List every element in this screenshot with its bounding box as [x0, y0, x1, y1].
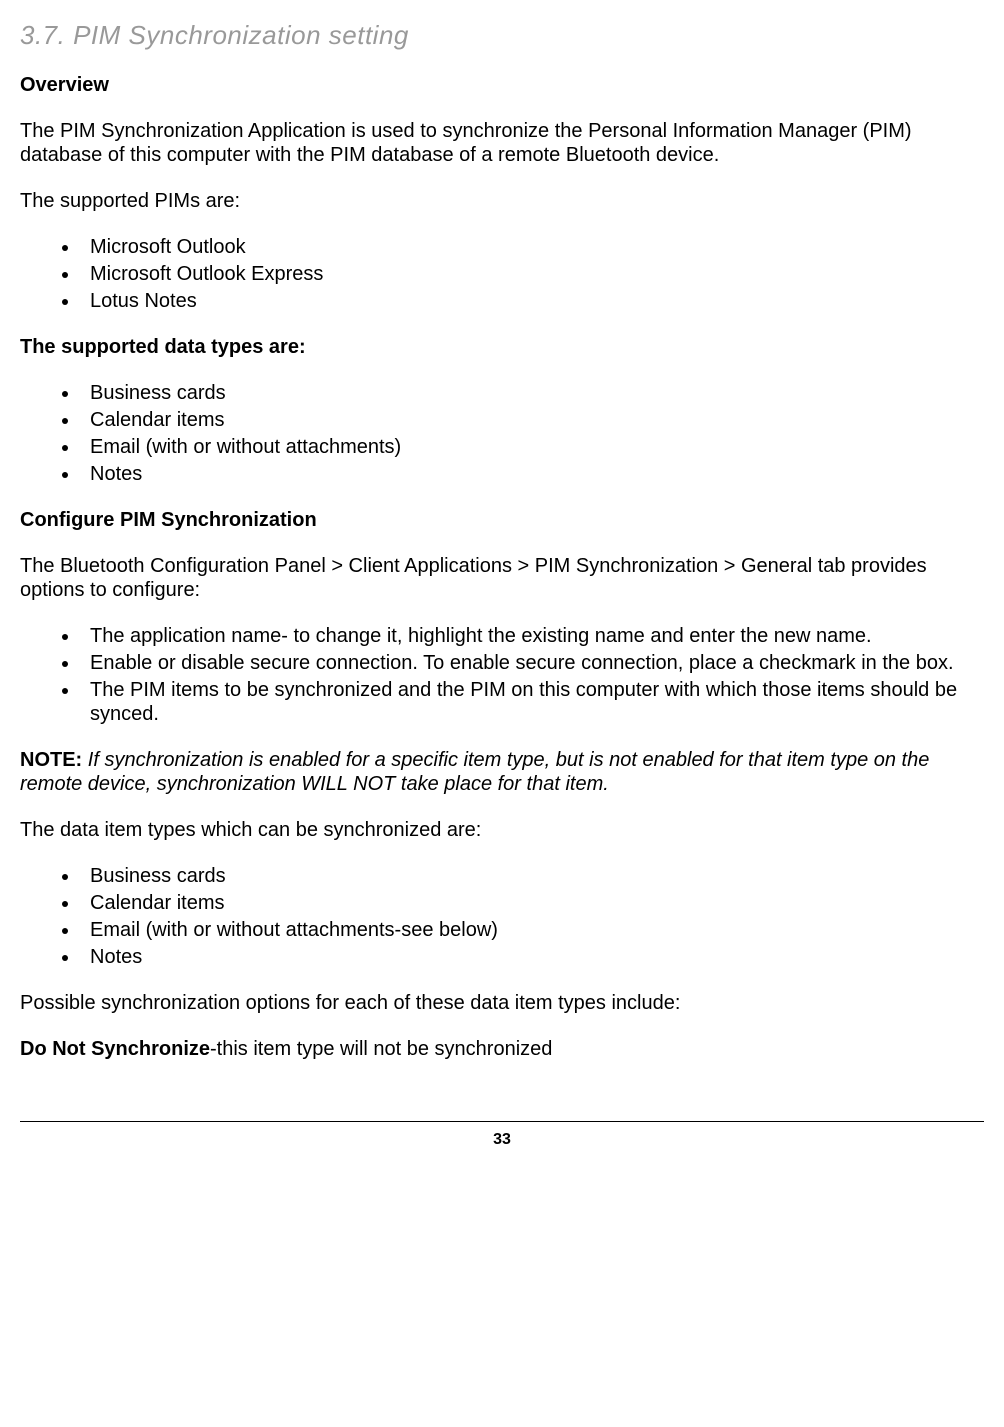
configure-options-list: The application name- to change it, high… [20, 624, 984, 726]
sync-options-intro: Possible synchronization options for eac… [20, 991, 984, 1015]
note-text: If synchronization is enabled for a spec… [20, 749, 929, 795]
list-item: Microsoft Outlook [80, 235, 984, 259]
supported-data-types-list: Business cards Calendar items Email (wit… [20, 381, 984, 486]
list-item: Calendar items [80, 408, 984, 432]
list-item: Business cards [80, 864, 984, 888]
do-not-sync-text: -this item type will not be synchronized [210, 1038, 552, 1060]
configure-text: The Bluetooth Configuration Panel > Clie… [20, 554, 984, 602]
note-paragraph: NOTE: If synchronization is enabled for … [20, 748, 984, 796]
list-item: Notes [80, 462, 984, 486]
sync-types-intro: The data item types which can be synchro… [20, 818, 984, 842]
list-item: Email (with or without attachments-see b… [80, 918, 984, 942]
note-label: NOTE: [20, 749, 82, 771]
do-not-sync-label: Do Not Synchronize [20, 1038, 210, 1060]
overview-label: Overview [20, 73, 984, 97]
do-not-sync-paragraph: Do Not Synchronize-this item type will n… [20, 1037, 984, 1061]
list-item: Enable or disable secure connection. To … [80, 651, 984, 675]
list-item: Calendar items [80, 891, 984, 915]
footer-rule [20, 1121, 984, 1122]
section-heading: 3.7. PIM Synchronization setting [20, 20, 984, 51]
list-item: Notes [80, 945, 984, 969]
list-item: The application name- to change it, high… [80, 624, 984, 648]
page-number: 33 [20, 1130, 984, 1149]
supported-pims-list: Microsoft Outlook Microsoft Outlook Expr… [20, 235, 984, 313]
supported-pims-intro: The supported PIMs are: [20, 189, 984, 213]
list-item: Microsoft Outlook Express [80, 262, 984, 286]
list-item: Email (with or without attachments) [80, 435, 984, 459]
list-item: Business cards [80, 381, 984, 405]
list-item: The PIM items to be synchronized and the… [80, 678, 984, 726]
list-item: Lotus Notes [80, 289, 984, 313]
sync-types-list: Business cards Calendar items Email (wit… [20, 864, 984, 969]
supported-data-types-label: The supported data types are: [20, 335, 984, 359]
overview-text: The PIM Synchronization Application is u… [20, 119, 984, 167]
configure-label: Configure PIM Synchronization [20, 508, 984, 532]
